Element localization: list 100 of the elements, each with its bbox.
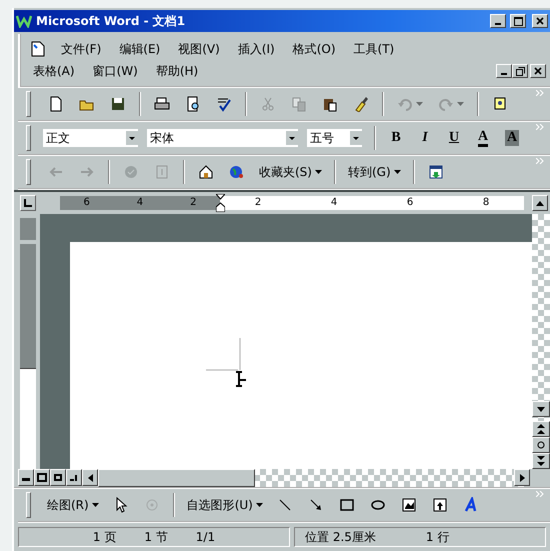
ruler-number: 6 bbox=[83, 197, 90, 209]
next-page-button[interactable] bbox=[532, 453, 550, 469]
line-icon bbox=[276, 497, 293, 513]
ruler-number: 6 bbox=[406, 197, 414, 209]
document-icon[interactable] bbox=[31, 41, 45, 57]
caret-icon bbox=[92, 503, 99, 507]
maximize-button[interactable] bbox=[510, 14, 526, 28]
outline-view-icon bbox=[69, 473, 79, 482]
tab-stop-button[interactable] bbox=[20, 195, 36, 211]
restore-icon bbox=[516, 66, 524, 76]
assistant-icon bbox=[492, 96, 508, 112]
border-button[interactable]: A bbox=[470, 126, 496, 150]
shading-button[interactable]: A bbox=[499, 127, 525, 149]
page-layout-view-button[interactable] bbox=[50, 469, 66, 486]
redo-icon bbox=[438, 96, 454, 112]
refresh-icon bbox=[154, 164, 170, 180]
outline-view-button[interactable] bbox=[66, 469, 82, 486]
caret-icon bbox=[314, 170, 322, 174]
caret-icon bbox=[394, 170, 401, 174]
menu-item[interactable]: 插入(I) bbox=[236, 40, 277, 58]
ruler-number: 4 bbox=[330, 197, 338, 209]
status-text: 1 节 bbox=[144, 528, 168, 546]
font-field[interactable]: 宋体 bbox=[146, 128, 299, 148]
menu-item[interactable]: 窗口(W) bbox=[90, 62, 140, 80]
double-triangle-up-icon bbox=[537, 424, 545, 434]
minimize-button[interactable] bbox=[490, 14, 506, 28]
scroll-thumb[interactable] bbox=[98, 469, 255, 487]
horizontal-scrollbar[interactable] bbox=[98, 469, 530, 487]
app-logo-icon bbox=[16, 14, 32, 28]
restore-button[interactable] bbox=[512, 64, 528, 78]
undo-icon bbox=[397, 96, 413, 112]
menu-item[interactable]: 工具(T) bbox=[352, 40, 396, 58]
normal-view-button[interactable] bbox=[18, 469, 34, 486]
indent-marker-icon[interactable] bbox=[216, 194, 225, 212]
ruler-number: 8 bbox=[482, 197, 490, 209]
picture-frame-icon bbox=[400, 497, 417, 513]
page-layout-icon bbox=[53, 473, 63, 482]
arrow-icon bbox=[308, 497, 324, 513]
browse-object-button[interactable] bbox=[532, 437, 550, 453]
status-text: 位置 2.5厘米 bbox=[305, 528, 376, 546]
triangle-up-icon bbox=[536, 200, 544, 206]
double-triangle-down-icon bbox=[537, 456, 545, 466]
status-text: 1 页 bbox=[92, 528, 116, 546]
web-layout-view-button[interactable] bbox=[34, 469, 50, 486]
copy-icon bbox=[291, 96, 307, 112]
menu-item[interactable]: 编辑(E) bbox=[117, 40, 162, 58]
house-icon bbox=[198, 164, 214, 180]
circle-icon bbox=[537, 441, 545, 449]
caret-icon bbox=[416, 102, 423, 106]
status-text: 1 行 bbox=[426, 528, 450, 546]
menu-item[interactable]: 表格(A) bbox=[31, 62, 77, 80]
window-title: Microsoft Word - 文档1 bbox=[36, 12, 186, 30]
vertical-scrollbar[interactable] bbox=[532, 214, 550, 469]
italic-button[interactable]: I bbox=[412, 127, 438, 149]
text-box-icon bbox=[432, 497, 448, 513]
menu-item[interactable]: 视图(V) bbox=[176, 40, 222, 58]
new-document-icon bbox=[48, 96, 64, 112]
close-icon bbox=[534, 67, 542, 75]
menu-item[interactable]: 帮助(H) bbox=[154, 62, 200, 80]
toolbar-menu-button[interactable]: 绘图(R) bbox=[42, 494, 104, 516]
scroll-down-button[interactable] bbox=[532, 401, 550, 417]
ruler-number: 2 bbox=[254, 197, 262, 209]
scroll-right-button[interactable] bbox=[514, 469, 530, 486]
wordart-icon bbox=[462, 497, 479, 513]
rectangle-icon bbox=[338, 497, 355, 513]
clipboard-icon bbox=[322, 96, 338, 112]
stop-icon bbox=[123, 164, 139, 180]
caret-icon bbox=[256, 503, 263, 507]
close-button[interactable] bbox=[530, 64, 546, 78]
style-field[interactable]: 正文 bbox=[42, 128, 139, 148]
triangle-left-icon bbox=[88, 474, 92, 482]
caret-icon bbox=[457, 102, 464, 106]
scissors-icon bbox=[260, 96, 276, 112]
close-button[interactable] bbox=[532, 14, 548, 28]
page-magnifier-icon bbox=[185, 96, 201, 112]
triangle-right-icon bbox=[520, 474, 524, 482]
corner-icon bbox=[24, 199, 32, 207]
printer-icon bbox=[154, 96, 170, 112]
triangle-down-icon bbox=[537, 406, 545, 412]
maximize-icon bbox=[514, 16, 522, 26]
ruler-number: 2 bbox=[190, 197, 196, 209]
previous-page-button[interactable] bbox=[532, 421, 550, 437]
menu-item[interactable]: 文件(F) bbox=[59, 40, 104, 58]
bold-button[interactable]: B bbox=[383, 127, 409, 149]
rotate-icon bbox=[144, 497, 160, 513]
status-text: 1/1 bbox=[196, 530, 216, 544]
menu-item[interactable]: 格式(O) bbox=[290, 40, 338, 58]
ruler-number: 4 bbox=[136, 197, 144, 209]
toolbar-menu-button[interactable]: 收藏夹(S) bbox=[254, 160, 327, 184]
underline-button[interactable]: U bbox=[441, 127, 467, 149]
minimize-button[interactable] bbox=[496, 64, 512, 78]
brush-icon bbox=[353, 96, 369, 112]
globe-icon bbox=[229, 164, 245, 180]
font-size-field[interactable]: 五号 bbox=[306, 128, 363, 148]
window-icon bbox=[428, 164, 444, 180]
toolbar-menu-button[interactable]: 转到(G) bbox=[342, 160, 406, 184]
scroll-up-button[interactable] bbox=[532, 195, 548, 211]
web-layout-icon bbox=[37, 473, 47, 482]
toolbar-menu-button[interactable]: 自选图形(U) bbox=[182, 494, 268, 516]
scroll-left-button[interactable] bbox=[82, 469, 98, 486]
